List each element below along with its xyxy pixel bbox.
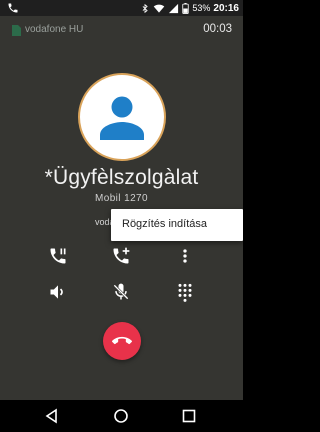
battery-icon (182, 2, 190, 14)
navigation-bar (0, 400, 243, 432)
mute-button[interactable] (111, 282, 131, 302)
phone-icon (8, 3, 18, 13)
in-call-screen: vodafone HU 00:03 *Ügyfèlszolgàlat Mobil… (0, 16, 243, 400)
bluetooth-icon (143, 3, 149, 13)
dialpad-button[interactable] (175, 282, 195, 302)
recents-icon[interactable] (181, 408, 197, 424)
call-timer: 00:03 (203, 23, 232, 35)
speaker-button[interactable] (48, 282, 68, 302)
contact-name: *Ügyfèlszolgàlat (44, 166, 199, 189)
overflow-menu: Rögzítés indítása (111, 209, 243, 241)
add-call-button[interactable] (111, 246, 131, 266)
more-options-icon (183, 249, 187, 263)
end-call-button[interactable] (103, 322, 141, 360)
speaker-icon (50, 285, 63, 299)
carrier-name: vodafone HU (25, 24, 84, 35)
contact-number-label: Mobil 1270 (95, 193, 148, 204)
wifi-icon (154, 4, 165, 13)
home-icon[interactable] (113, 408, 129, 424)
carrier-row: vodafone HU 00:03 (0, 16, 243, 44)
menu-item-start-recording[interactable]: Rögzítés indítása (122, 218, 207, 230)
person-icon (100, 96, 144, 140)
add-call-icon (113, 247, 130, 264)
sim-card-icon (12, 25, 21, 36)
dialpad-icon (178, 283, 192, 302)
more-options-button[interactable] (175, 246, 195, 266)
hold-call-button[interactable] (48, 246, 68, 266)
battery-percent: 53% (192, 3, 211, 13)
end-call-icon (112, 336, 132, 345)
back-icon[interactable] (44, 408, 60, 424)
status-clock: 20:16 (213, 2, 239, 14)
signal-icon (169, 3, 179, 13)
status-bar: 53% 20:16 (0, 0, 243, 16)
mute-icon (113, 283, 129, 300)
contact-avatar (78, 73, 166, 161)
hold-call-icon (50, 248, 66, 264)
